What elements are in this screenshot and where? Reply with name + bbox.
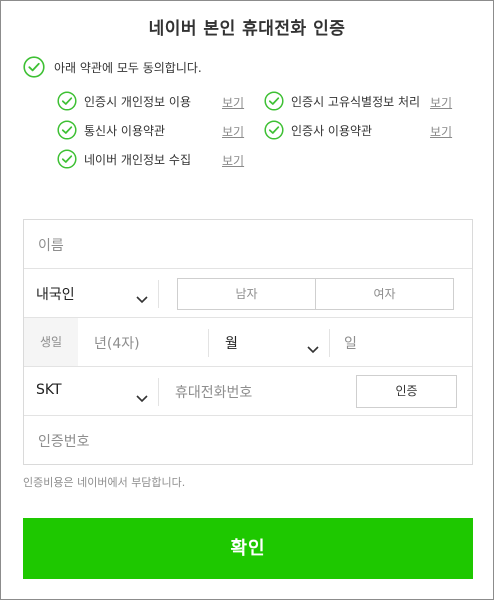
cost-notice: 인증비용은 네이버에서 부담합니다.: [23, 476, 186, 489]
check-circle-icon: [264, 120, 284, 140]
nationality-select[interactable]: 내국인: [24, 269, 158, 317]
gender-toggle: 남자 여자: [177, 278, 454, 310]
phone-number-input[interactable]: 휴대전화번호: [175, 382, 252, 402]
page-title: 네이버 본인 휴대전화 인증: [148, 19, 346, 39]
term-label: 인증시 고유식별정보 처리: [291, 95, 421, 109]
birth-label: 생일: [24, 318, 78, 366]
gender-male-button[interactable]: 남자: [178, 279, 316, 309]
term-label: 인증시 개인정보 이용: [84, 95, 191, 109]
code-placeholder: 인증번호: [38, 434, 90, 450]
verify-button[interactable]: 인증: [356, 375, 457, 408]
carrier-value: SKT: [36, 382, 62, 398]
gender-female-button[interactable]: 여자: [316, 279, 453, 309]
birthdate-row: 생일 년(4자) 월 일: [24, 318, 472, 367]
check-circle-icon: [23, 56, 45, 78]
check-circle-icon: [57, 149, 77, 169]
verification-form: 이름 내국인 남자 여자 생일 년(4자) 월 일 SKT 휴대전화번호 인증 …: [23, 219, 473, 465]
birth-year-input[interactable]: 년(4자): [94, 333, 140, 353]
divider: [158, 378, 159, 406]
term-label: 통신사 이용약관: [84, 124, 166, 138]
view-link-naver-privacy[interactable]: 보기: [222, 152, 244, 169]
chevron-down-icon: [136, 388, 148, 407]
name-input[interactable]: 이름: [24, 220, 472, 269]
check-circle-icon: [264, 91, 284, 111]
view-link-personal-info-use[interactable]: 보기: [222, 94, 244, 111]
view-link-certifier-terms[interactable]: 보기: [430, 123, 452, 140]
check-circle-icon: [57, 120, 77, 140]
view-link-carrier-terms[interactable]: 보기: [222, 123, 244, 140]
verification-code-input[interactable]: 인증번호: [24, 416, 472, 465]
chevron-down-icon: [136, 289, 148, 308]
carrier-select[interactable]: SKT: [24, 367, 158, 415]
chevron-down-icon: [307, 339, 319, 358]
birth-month-select[interactable]: 월: [209, 318, 329, 366]
view-link-unique-id[interactable]: 보기: [430, 94, 452, 111]
term-label: 인증사 이용약관: [291, 124, 373, 138]
phone-row: SKT 휴대전화번호 인증: [24, 367, 472, 416]
nationality-gender-row: 내국인 남자 여자: [24, 269, 472, 318]
confirm-button[interactable]: 확인: [23, 518, 473, 579]
term-label: 네이버 개인정보 수집: [84, 153, 191, 167]
month-placeholder: 월: [225, 336, 238, 352]
birth-day-input[interactable]: 일: [344, 333, 357, 353]
divider: [158, 280, 159, 308]
agree-all-label: 아래 약관에 모두 동의합니다.: [54, 61, 202, 75]
nationality-value: 내국인: [36, 287, 75, 303]
check-circle-icon: [57, 91, 77, 111]
divider: [329, 329, 330, 357]
name-placeholder: 이름: [38, 238, 64, 254]
